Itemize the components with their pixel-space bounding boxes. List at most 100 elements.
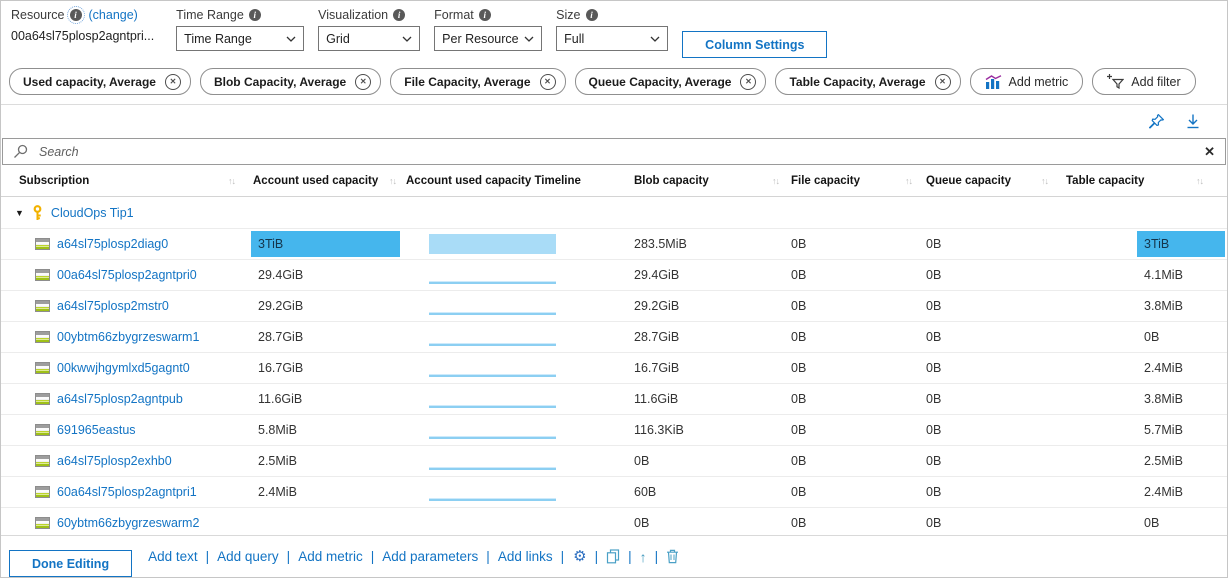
column-header[interactable]: Account used capacity Timeline (406, 165, 631, 196)
resource-label: Resource (11, 8, 65, 22)
cell-value: 11.6GiB (634, 392, 679, 406)
resource-link[interactable]: a64sl75plosp2agntpub (57, 392, 183, 406)
blob-capacity-cell: 116.3KiB (631, 415, 791, 445)
remove-metric-icon[interactable]: ✕ (934, 73, 951, 90)
resource-link[interactable]: a64sl75plosp2mstr0 (57, 299, 169, 313)
timeline-sparkline (429, 312, 556, 315)
visualization-select[interactable]: Grid (318, 26, 421, 51)
cell-value: 28.7GiB (634, 330, 680, 344)
resource-link[interactable]: 60ybtm66zbygrzeswarm2 (57, 516, 199, 530)
blob-capacity-cell: 0B (631, 508, 791, 538)
time-range-select[interactable]: Time Range (176, 26, 305, 51)
account-used-capacity-cell: 2.4MiB (251, 477, 406, 507)
pin-button[interactable] (1148, 113, 1165, 130)
settings-gear-icon[interactable]: ⚙ (573, 549, 586, 564)
metric-chip[interactable]: Queue Capacity, Average ✕ (574, 68, 767, 95)
resource-link[interactable]: 00ybtm66zbygrzeswarm1 (57, 330, 199, 344)
size-select[interactable]: Full (556, 26, 669, 51)
timeline-sparkline (429, 234, 556, 254)
format-select[interactable]: Per Resource (434, 26, 543, 51)
subscription-cell: 00a64sl75plosp2agntpri0 (1, 260, 251, 290)
sort-icon[interactable]: ↑↓ (772, 176, 791, 186)
column-header[interactable]: Queue capacity ↑↓ (926, 165, 1066, 196)
search-icon (14, 144, 28, 158)
metric-chip-label: Queue Capacity, Average (588, 74, 732, 89)
change-resource-link[interactable]: (change) (89, 8, 138, 22)
collapse-triangle-icon[interactable]: ▼ (15, 208, 24, 218)
toolbar: Resource i (change) 00a64sl75plosp2agntp… (1, 1, 1227, 63)
move-up-icon[interactable]: ↑ (640, 550, 647, 564)
cell-value: 0B (791, 485, 807, 499)
sort-icon[interactable]: ↑↓ (228, 176, 251, 186)
file-capacity-cell: 0B (791, 229, 926, 259)
storage-account-icon (35, 486, 50, 498)
footer-links: Add text | Add query | Add metric | Add parame… (148, 549, 564, 564)
info-icon[interactable]: i (248, 9, 261, 21)
sort-icon[interactable]: ↑↓ (905, 176, 926, 186)
resource-link[interactable]: 00a64sl75plosp2agntpri0 (57, 268, 197, 282)
cell-value: 28.7GiB (258, 330, 304, 344)
sort-icon[interactable]: ↑↓ (1041, 176, 1066, 186)
resource-link[interactable]: 60a64sl75plosp2agntpri1 (57, 485, 197, 499)
resource-link[interactable]: 00kwwjhgymlxd5gagnt0 (57, 361, 190, 375)
clear-search-icon[interactable]: ✕ (1204, 145, 1215, 158)
column-settings-button[interactable]: Column Settings (682, 31, 828, 58)
sort-icon[interactable]: ↑↓ (389, 176, 406, 186)
done-editing-button[interactable]: Done Editing (9, 550, 133, 577)
link-separator: | (205, 549, 210, 564)
queue-capacity-cell: 0B (926, 260, 1066, 290)
trash-icon[interactable] (666, 549, 679, 564)
group-name[interactable]: CloudOps Tip1 (51, 206, 134, 220)
footer-link[interactable]: Add text (148, 549, 198, 564)
resource-field: Resource i (change) 00a64sl75plosp2agntp… (11, 6, 154, 43)
column-header[interactable]: Table capacity ↑↓ (1066, 165, 1227, 196)
info-icon[interactable]: i (585, 9, 598, 21)
resource-link[interactable]: a64sl75plosp2diag0 (57, 237, 168, 251)
key-icon (33, 204, 42, 220)
info-icon[interactable]: i (393, 9, 406, 21)
column-header-label: Queue capacity (926, 174, 1012, 187)
column-header[interactable]: Blob capacity ↑↓ (631, 165, 791, 196)
cell-value: 0B (791, 330, 807, 344)
metric-chip[interactable]: Table Capacity, Average ✕ (775, 68, 961, 95)
file-capacity-cell: 0B (791, 477, 926, 507)
metric-chip[interactable]: Used capacity, Average ✕ (9, 68, 191, 95)
add-filter-button[interactable]: Add filter (1092, 68, 1196, 95)
editor-footer: Done Editing Add text | Add query | Add metr… (1, 535, 1227, 577)
footer-link[interactable]: Add query (217, 549, 279, 564)
download-button[interactable] (1185, 113, 1201, 130)
subscription-cell: 60ybtm66zbygrzeswarm2 (1, 508, 251, 538)
cell-value: 29.4GiB (634, 268, 680, 282)
info-icon[interactable]: i (66, 6, 85, 24)
search-input[interactable] (37, 143, 1196, 160)
sort-icon[interactable]: ↑↓ (1196, 176, 1227, 186)
remove-metric-icon[interactable]: ✕ (539, 73, 556, 90)
footer-link[interactable]: Add links (498, 549, 553, 564)
cell-value: 283.5MiB (634, 237, 687, 251)
column-header[interactable]: Account used capacity ↑↓ (251, 165, 406, 196)
resource-link[interactable]: 691965eastus (57, 423, 136, 437)
add-metric-button[interactable]: Add metric (969, 68, 1084, 95)
remove-metric-icon[interactable]: ✕ (740, 73, 757, 90)
cell-value: 16.7GiB (258, 361, 304, 375)
column-header[interactable]: Subscription ↑↓ (1, 165, 251, 196)
storage-account-icon (35, 269, 50, 281)
blob-capacity-cell: 16.7GiB (631, 353, 791, 383)
remove-metric-icon[interactable]: ✕ (355, 73, 372, 90)
metric-chip[interactable]: File Capacity, Average ✕ (390, 68, 566, 95)
footer-link[interactable]: Add metric (298, 549, 363, 564)
column-header[interactable]: File capacity ↑↓ (791, 165, 926, 196)
cell-value: 0B (926, 454, 942, 468)
table-capacity-cell: 2.5MiB (1066, 446, 1227, 476)
metric-chip[interactable]: Blob Capacity, Average ✕ (199, 68, 382, 95)
format-field: Format i Per Resource (434, 8, 543, 51)
storage-account-icon (35, 300, 50, 312)
footer-link[interactable]: Add parameters (382, 549, 478, 564)
timeline-sparkline (429, 374, 556, 377)
resource-link[interactable]: a64sl75plosp2exhb0 (57, 454, 172, 468)
subscription-group-row[interactable]: ▼ CloudOps Tip1 (1, 197, 1227, 229)
remove-metric-icon[interactable]: ✕ (164, 73, 181, 90)
cell-value: 16.7GiB (634, 361, 680, 375)
info-icon[interactable]: i (478, 9, 491, 21)
copy-icon[interactable] (606, 549, 620, 564)
